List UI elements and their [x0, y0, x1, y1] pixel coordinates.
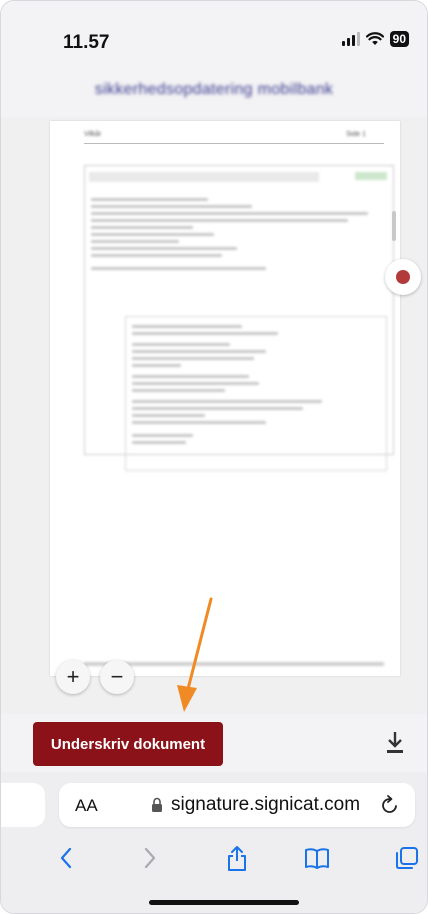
previous-tab-pill[interactable]: [1, 783, 45, 827]
text-size-button[interactable]: AA: [75, 796, 98, 816]
chevron-right-icon[interactable]: [135, 844, 163, 872]
tabs-icon[interactable]: [393, 844, 421, 872]
share-icon[interactable]: [223, 844, 251, 872]
phone-screen: 11.57 90 sikkerhedsopdatering mobilbank …: [0, 0, 428, 914]
chevron-left-icon[interactable]: [53, 844, 81, 872]
url-text[interactable]: signature.signicat.com: [171, 794, 360, 816]
book-icon[interactable]: [303, 844, 331, 872]
lock-icon: [152, 797, 162, 812]
reload-icon[interactable]: [379, 794, 401, 816]
home-indicator: [149, 900, 299, 905]
address-bar[interactable]: AA signature.signicat.com: [59, 783, 415, 827]
address-bar-area: AA signature.signicat.com: [1, 772, 427, 836]
browser-toolbar: [1, 836, 427, 913]
